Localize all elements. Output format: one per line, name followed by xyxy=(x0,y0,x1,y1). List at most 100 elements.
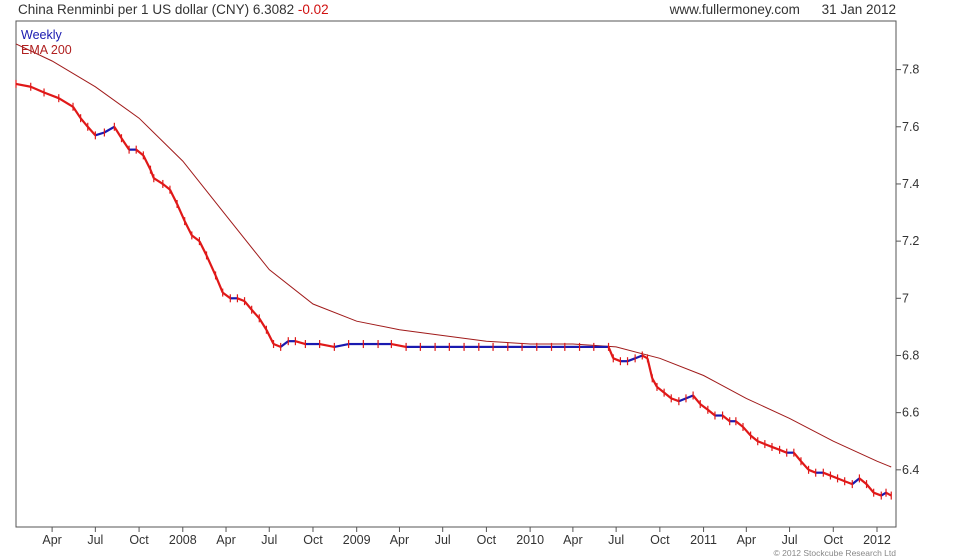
y-tick-label: 7.2 xyxy=(902,234,919,248)
price-segment xyxy=(685,394,694,400)
price-segment xyxy=(222,291,231,300)
price-segment xyxy=(15,82,31,88)
x-tick-label: Jul xyxy=(782,533,798,547)
price-segment xyxy=(72,106,82,119)
price-segment xyxy=(176,203,186,222)
price-segment xyxy=(214,275,224,294)
price-chart: 6.4 6.6 6.8 7 7.2 7.4 7.6 7.8 Apr Jul Oct 2008 Apr J… xyxy=(15,20,919,547)
price-segment xyxy=(837,477,846,483)
price-segment xyxy=(113,126,123,139)
price-segment xyxy=(319,342,335,348)
x-tick-label: Jul xyxy=(87,533,103,547)
x-tick-label: Oct xyxy=(477,533,497,547)
price-segment xyxy=(678,397,687,403)
ema-series xyxy=(15,43,892,468)
x-tick-label: Oct xyxy=(650,533,670,547)
y-tick-label: 7 xyxy=(902,291,909,305)
x-tick-label: Apr xyxy=(42,533,61,547)
x-tick-label: Jul xyxy=(261,533,277,547)
y-tick-label: 7.6 xyxy=(902,120,919,134)
price-segment xyxy=(692,394,702,405)
price-segment xyxy=(153,177,164,185)
price-segment xyxy=(612,357,621,363)
x-tick-label: Oct xyxy=(824,533,844,547)
price-segment xyxy=(162,183,171,191)
price-segment xyxy=(198,240,208,256)
price-segment xyxy=(103,125,115,134)
legend-weekly: Weekly xyxy=(21,28,62,42)
price-segment xyxy=(627,357,636,363)
price-segment xyxy=(191,234,201,243)
x-tick-label: Apr xyxy=(563,533,582,547)
price-segment xyxy=(243,300,253,311)
price-segment xyxy=(237,297,245,303)
price-segment xyxy=(865,483,875,494)
price-segment xyxy=(79,117,89,128)
x-tick-label: Oct xyxy=(129,533,149,547)
price-segment xyxy=(43,91,60,100)
price-segment xyxy=(30,85,45,94)
y-tick-label: 6.8 xyxy=(902,348,919,362)
x-tick-label: 2012 xyxy=(863,533,891,547)
price-segment xyxy=(663,391,672,400)
y-tick-label: 6.4 xyxy=(902,463,919,477)
price-segment xyxy=(646,358,654,379)
price-segment xyxy=(135,148,145,157)
price-segment xyxy=(735,420,744,428)
y-axis: 6.4 6.6 6.8 7 7.2 7.4 7.6 7.8 xyxy=(896,63,919,477)
x-tick-label: Jul xyxy=(435,533,451,547)
price-segment xyxy=(258,317,268,331)
price-segment xyxy=(885,491,892,497)
price-segment xyxy=(721,414,731,423)
x-tick-label: 2008 xyxy=(169,533,197,547)
y-tick-label: 6.6 xyxy=(902,406,919,420)
price-segment xyxy=(800,460,810,471)
price-segment xyxy=(265,329,275,345)
copyright: © 2012 Stockcube Research Ltd xyxy=(773,548,896,558)
price-segment xyxy=(822,471,831,477)
price-segment xyxy=(273,343,282,348)
price-series xyxy=(15,79,892,500)
price-segment xyxy=(641,354,649,360)
price-segment xyxy=(771,445,780,451)
price-segment xyxy=(334,342,349,348)
price-segment xyxy=(295,340,306,346)
x-tick-label: Apr xyxy=(390,533,409,547)
x-tick-label: 2009 xyxy=(343,533,371,547)
price-segment xyxy=(250,309,261,320)
price-segment xyxy=(120,137,131,151)
x-tick-label: Apr xyxy=(216,533,235,547)
price-segment xyxy=(95,131,105,137)
price-segment xyxy=(168,189,179,205)
chart-frame xyxy=(15,20,897,528)
price-segment xyxy=(58,97,74,108)
price-segment xyxy=(607,346,615,359)
price-segment xyxy=(742,426,752,437)
x-axis: Apr Jul Oct 2008 Apr Jul Oct 2009 Apr Jul Oct 2010 A… xyxy=(42,527,891,547)
y-tick-label: 7.4 xyxy=(902,177,919,191)
x-tick-label: 2011 xyxy=(690,533,717,547)
price-segment xyxy=(779,448,788,454)
price-segment xyxy=(86,126,97,137)
legend-ema: EMA 200 xyxy=(21,43,72,57)
price-segment xyxy=(764,443,773,448)
price-segment xyxy=(699,403,709,411)
price-segment xyxy=(651,377,658,388)
price-segment xyxy=(656,386,665,394)
price-segment xyxy=(880,491,887,497)
price-segment xyxy=(873,491,882,497)
y-tick-label: 7.8 xyxy=(902,63,919,77)
price-segment xyxy=(757,440,766,446)
price-segment xyxy=(634,354,643,360)
chart-legend: Weekly EMA 200 xyxy=(21,28,72,58)
price-segment xyxy=(205,254,217,276)
x-tick-label: Apr xyxy=(737,533,756,547)
price-segment xyxy=(280,340,289,348)
price-segment xyxy=(808,468,817,474)
price-segment xyxy=(844,480,853,486)
price-segment xyxy=(792,451,802,462)
x-tick-label: Oct xyxy=(303,533,323,547)
plot-border xyxy=(15,20,897,528)
price-segment xyxy=(391,342,407,348)
price-segment xyxy=(858,477,868,485)
